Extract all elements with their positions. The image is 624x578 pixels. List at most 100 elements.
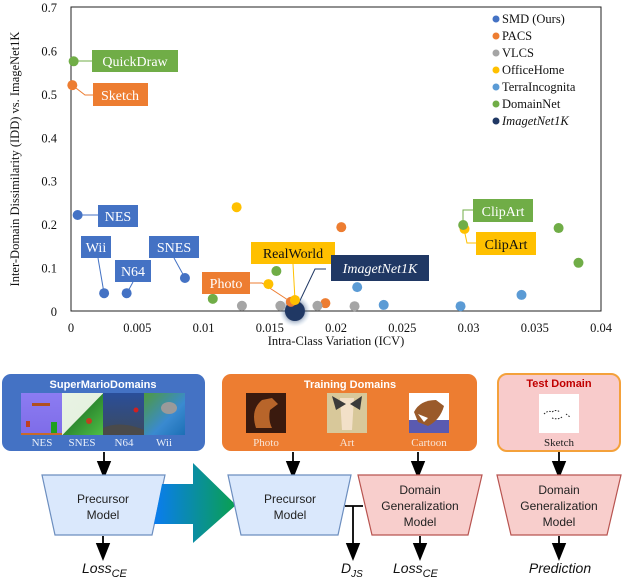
data-point-smd-ours-	[121, 288, 132, 299]
data-point-terraincognita	[378, 299, 389, 310]
x-tick-label: 0.035	[521, 321, 549, 335]
y-tick-label: 0.6	[41, 44, 57, 58]
legend-label: DomainNet	[502, 97, 561, 111]
data-point-pacs	[336, 222, 347, 233]
y-tick-label: 0.3	[41, 175, 57, 189]
legend-marker	[492, 32, 500, 40]
data-point-vlcs	[349, 301, 360, 312]
x-tick-label: 0.01	[193, 321, 215, 335]
prediction-output: Prediction	[529, 560, 591, 576]
smd-image-label-wii: Wii	[156, 437, 172, 449]
label-photo: Photo	[210, 277, 243, 292]
wii-screenshot-icon	[144, 393, 185, 435]
data-point-smd-ours-	[179, 272, 190, 283]
data-point-domainnet	[271, 266, 282, 277]
y-tick-label: 0.1	[41, 262, 57, 276]
data-point-officehome	[263, 279, 274, 290]
smd-image-label-n64: N64	[115, 437, 134, 449]
precursor-2-line2: Model	[274, 508, 307, 522]
label-clipart-domainnet: ClipArt	[482, 205, 525, 220]
horse-cartoon-icon	[409, 393, 449, 433]
data-point-vlcs	[236, 300, 247, 311]
legend-marker	[492, 66, 500, 74]
data-point-domainnet	[207, 293, 218, 304]
legend-label: SMD (Ours)	[502, 12, 565, 26]
precursor-1-line1: Precursor	[77, 492, 129, 506]
precursor-2-line1: Precursor	[264, 492, 316, 506]
precursor-model-2: Precursor Model	[227, 474, 352, 536]
training-pipeline-diagram: SuperMarioDomains NES SNES N64 Wii Train…	[2, 373, 622, 578]
test-image-label-sketch: Sketch	[544, 437, 574, 449]
training-box-title: Training Domains	[304, 379, 396, 391]
legend-marker	[492, 15, 500, 23]
smd-image-label-snes: SNES	[69, 437, 96, 449]
legend-marker	[492, 117, 500, 125]
dg-2-line3: Model	[543, 515, 576, 529]
y-tick-label: 0.5	[41, 88, 57, 102]
test-box-title: Test Domain	[526, 378, 591, 390]
smd-domains-box: SuperMarioDomains NES SNES N64 Wii	[2, 374, 205, 451]
d-js: DJS	[341, 560, 363, 578]
legend-marker	[492, 100, 500, 108]
legend-label: TerraIncognita	[502, 80, 576, 94]
x-tick-label: 0	[68, 321, 74, 335]
data-point-smd-ours-	[72, 210, 83, 221]
data-point-domainnet	[68, 56, 79, 67]
y-axis-label: Inter-Domain Dissimilarity (IDD) vs. Ima…	[8, 32, 22, 287]
y-tick-label: 0.2	[41, 218, 57, 232]
y-axis-ticks: 0 0.1 0.2 0.3 0.4 0.5 0.6 0.7	[41, 1, 57, 319]
legend-label: PACS	[502, 29, 532, 43]
data-point-officehome-overlay	[289, 295, 300, 306]
y-tick-label: 0.4	[41, 131, 57, 145]
snes-screenshot-icon	[62, 393, 103, 435]
data-point-domainnet	[573, 257, 584, 268]
loss-ce-2: LossCE	[393, 560, 439, 578]
data-point-domainnet	[458, 220, 469, 231]
dg-1-line1: Domain	[399, 483, 440, 497]
legend-marker	[492, 49, 500, 57]
label-sketch: Sketch	[101, 89, 139, 104]
x-tick-label: 0.025	[388, 321, 416, 335]
transfer-arrow-icon	[154, 463, 236, 543]
x-tick-label: 0.02	[325, 321, 347, 335]
dg-1-line3: Model	[404, 515, 437, 529]
horse-sketch-icon	[539, 394, 579, 433]
horse-art-icon	[327, 393, 367, 433]
label-quickdraw: QuickDraw	[102, 55, 168, 70]
legend-label: OfficeHome	[502, 63, 565, 77]
precursor-1-line2: Model	[87, 508, 120, 522]
smd-box-title: SuperMarioDomains	[50, 379, 157, 391]
training-domains-box: Training Domains Photo Art Cartoon	[222, 374, 477, 451]
n64-screenshot-icon	[103, 393, 144, 435]
data-point-terraincognita	[455, 301, 466, 312]
dg-2-line1: Domain	[538, 483, 579, 497]
loss-ce-1: LossCE	[82, 560, 128, 578]
test-domain-box: Test Domain Sketch	[497, 373, 621, 452]
legend-label: VLCS	[502, 46, 534, 60]
x-axis-ticks: 0 0.005 0.01 0.015 0.02 0.025 0.03 0.035 0.04	[68, 321, 613, 335]
legend-marker	[492, 83, 500, 91]
data-point-terraincognita	[352, 282, 363, 293]
training-image-label-photo: Photo	[253, 437, 279, 449]
data-point-smd-ours-	[99, 288, 110, 299]
label-clipart-officehome: ClipArt	[485, 238, 528, 253]
legend-label: ImagetNet1K	[501, 114, 569, 128]
data-point-officehome	[231, 202, 242, 213]
x-tick-label: 0.015	[256, 321, 284, 335]
training-image-label-art: Art	[340, 437, 355, 449]
dg-1-line2: Generalization	[381, 499, 458, 513]
label-n64: N64	[121, 265, 145, 280]
data-point-pacs	[67, 80, 78, 91]
x-tick-label: 0.005	[123, 321, 151, 335]
data-point-vlcs	[312, 300, 323, 311]
training-image-label-cartoon: Cartoon	[411, 437, 447, 449]
smd-image-label-nes: NES	[32, 437, 53, 449]
x-axis-label: Intra-Class Variation (ICV)	[268, 334, 405, 348]
dg-2-line2: Generalization	[520, 499, 597, 513]
nes-screenshot-icon	[21, 393, 62, 435]
data-point-domainnet	[553, 223, 564, 234]
label-snes: SNES	[157, 241, 191, 256]
dg-model-1: Domain Generalization Model	[357, 474, 483, 536]
label-imagenet: ImagetNet1K	[342, 262, 418, 277]
label-wii: Wii	[86, 241, 107, 256]
